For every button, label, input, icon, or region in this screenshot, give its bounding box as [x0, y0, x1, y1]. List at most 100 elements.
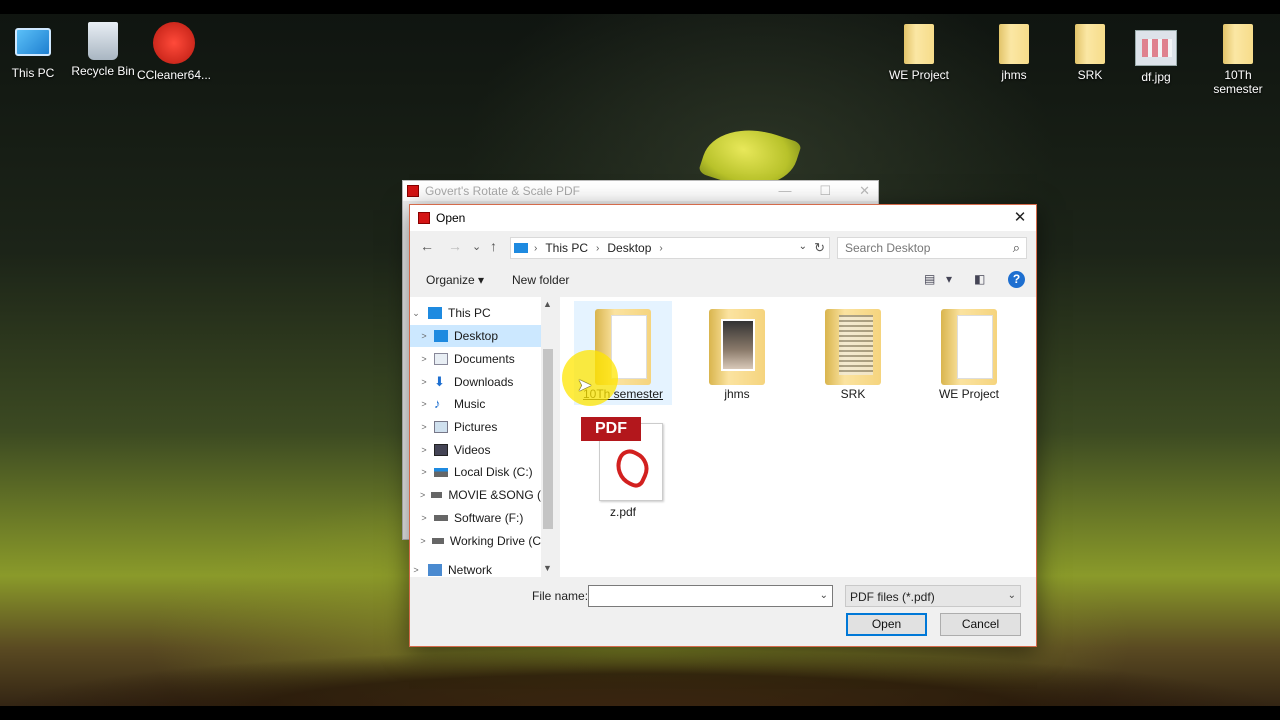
desktop-icon-ccleaner[interactable]: CCleaner64... [134, 22, 214, 82]
desktop-icon-we-project[interactable]: WE Project [879, 24, 959, 82]
mouse-pointer-icon: ➤ [577, 375, 593, 395]
tree-item-videos[interactable]: > Videos [410, 439, 541, 461]
documents-icon [434, 353, 448, 365]
close-button[interactable]: ✕ [1010, 208, 1030, 228]
tree-item-documents[interactable]: > Documents [410, 348, 541, 370]
tree-item-label: Documents [454, 352, 515, 366]
expander-icon[interactable]: > [418, 513, 430, 523]
tree-item-music[interactable]: > ♪ Music [410, 393, 541, 415]
tree-item-movie-song[interactable]: > MOVIE &SONG ( [410, 484, 541, 506]
command-toolbar: Organize ▾ New folder ▤ ▾ ◧ ? [410, 267, 1036, 293]
folder-icon [709, 309, 765, 385]
breadcrumb-separator: › [534, 242, 538, 254]
refresh-icon[interactable]: ↻ [814, 240, 825, 256]
view-menu-chevron-icon[interactable]: ▾ [946, 272, 952, 286]
expander-icon[interactable]: > [410, 565, 422, 575]
tree-item-network[interactable]: > Network [410, 559, 541, 577]
desktop-icon-recycle-bin[interactable]: Recycle Bin [63, 22, 143, 78]
address-bar[interactable]: › This PC › Desktop › ⌄ ↻ [510, 237, 830, 259]
up-arrow-icon[interactable]: ↑ [490, 238, 497, 254]
maximize-button[interactable]: ☐ [819, 183, 831, 199]
tree-item-label: This PC [448, 306, 491, 320]
wallpaper-soil [0, 640, 1280, 710]
scrollbar-thumb[interactable] [543, 349, 553, 529]
navigation-pane: ⌄ This PC > Desktop > Documents > ⬇ Down… [410, 297, 555, 577]
breadcrumb-desktop[interactable]: Desktop [607, 241, 651, 255]
cancel-button[interactable]: Cancel [940, 613, 1021, 636]
recent-locations-icon[interactable]: ⌄ [472, 240, 481, 253]
file-name-input[interactable]: ⌄ [588, 585, 833, 607]
open-button[interactable]: Open [846, 613, 927, 636]
organize-button[interactable]: Organize ▾ [426, 273, 484, 287]
view-options-icon[interactable]: ▤ [924, 272, 935, 286]
scroll-down-icon[interactable]: ▼ [543, 563, 552, 573]
file-name: z.pdf [609, 505, 636, 519]
help-icon[interactable]: ? [1008, 271, 1025, 288]
file-item-z-pdf[interactable]: PDF z.pdf [574, 415, 672, 525]
expander-icon[interactable]: > [418, 377, 430, 387]
desktop-icon-label: 10Th semester [1213, 68, 1263, 96]
pdf-file-icon: PDF [581, 417, 665, 503]
file-type-select[interactable]: PDF files (*.pdf) ⌄ [845, 585, 1021, 607]
close-button[interactable]: ✕ [859, 183, 870, 199]
chevron-down-icon[interactable]: ⌄ [1008, 590, 1016, 601]
expander-icon[interactable]: > [418, 399, 430, 409]
desktop-icon-jhms[interactable]: jhms [974, 24, 1054, 82]
folder-icon [941, 309, 997, 385]
desktop-icon-10th-semester[interactable]: 10Th semester [1198, 24, 1278, 96]
file-item-srk[interactable]: SRK [804, 301, 902, 405]
new-folder-button[interactable]: New folder [512, 273, 569, 287]
chevron-down-icon[interactable]: ⌄ [820, 590, 828, 601]
desktop-icon-label: Recycle Bin [71, 64, 135, 78]
tree-item-label: Music [454, 397, 486, 411]
tree-item-pictures[interactable]: > Pictures [410, 416, 541, 438]
back-arrow-icon[interactable]: ← [420, 238, 434, 254]
drive-icon [431, 492, 443, 498]
tree-item-software-f[interactable]: > Software (F:) [410, 507, 541, 529]
tree-item-label: Desktop [454, 329, 499, 343]
tree-item-desktop[interactable]: > Desktop [410, 325, 541, 347]
minimize-button[interactable]: — [778, 183, 791, 199]
breadcrumb-this-pc[interactable]: This PC [545, 241, 588, 255]
download-arrow-icon: ⬇ [434, 374, 445, 389]
tree-item-working-drive[interactable]: > Working Drive (C [410, 530, 541, 552]
file-name: jhms [724, 387, 750, 401]
preview-pane-icon[interactable]: ◧ [974, 272, 985, 286]
expander-icon[interactable]: ⌄ [410, 308, 422, 319]
breadcrumb-separator[interactable]: › [659, 243, 662, 254]
desktop-icon-label: CCleaner64... [136, 68, 212, 82]
window-controls: — ☐ ✕ [778, 183, 870, 199]
app-icon [407, 185, 419, 197]
file-list: 10Th semester jhms SRK WE Project PDF z.… [560, 297, 1036, 577]
expander-icon[interactable]: > [418, 354, 430, 364]
tree-item-local-disk-c[interactable]: > Local Disk (C:) [410, 461, 541, 483]
tree-item-this-pc[interactable]: ⌄ This PC [410, 302, 541, 324]
ccleaner-icon [153, 22, 195, 64]
chevron-down-icon[interactable]: ⌄ [799, 241, 807, 252]
breadcrumb-separator[interactable]: › [596, 243, 599, 254]
file-item-we-project[interactable]: WE Project [920, 301, 1018, 405]
this-pc-icon [514, 243, 528, 253]
pictures-icon [434, 421, 448, 433]
expander-icon[interactable]: > [418, 490, 427, 500]
forward-arrow-icon[interactable]: → [448, 238, 462, 254]
bottom-bar [0, 706, 1280, 720]
dialog-titlebar: Open ✕ [410, 205, 1036, 231]
expander-icon[interactable]: > [418, 445, 430, 455]
expander-icon[interactable]: > [418, 331, 430, 341]
desktop-icon-label: jhms [1001, 68, 1027, 82]
folder-icon [1075, 24, 1105, 64]
expander-icon[interactable]: > [418, 536, 428, 546]
expander-icon[interactable]: > [418, 422, 430, 432]
tree-item-downloads[interactable]: > ⬇ Downloads [410, 371, 541, 393]
tree-item-label: Local Disk (C:) [454, 465, 533, 479]
tree-item-label: Network [448, 563, 493, 577]
desktop-icon-df-jpg[interactable]: df.jpg [1116, 30, 1196, 84]
scroll-up-icon[interactable]: ▲ [543, 299, 552, 309]
expander-icon[interactable]: > [418, 467, 430, 477]
nav-pane-scrollbar[interactable]: ▲ ▼ [541, 297, 555, 577]
search-input[interactable]: Search Desktop ⌕ [837, 237, 1027, 259]
tree-item-label: Software (F:) [454, 511, 524, 525]
file-item-jhms[interactable]: jhms [688, 301, 786, 405]
file-name: WE Project [938, 387, 999, 401]
